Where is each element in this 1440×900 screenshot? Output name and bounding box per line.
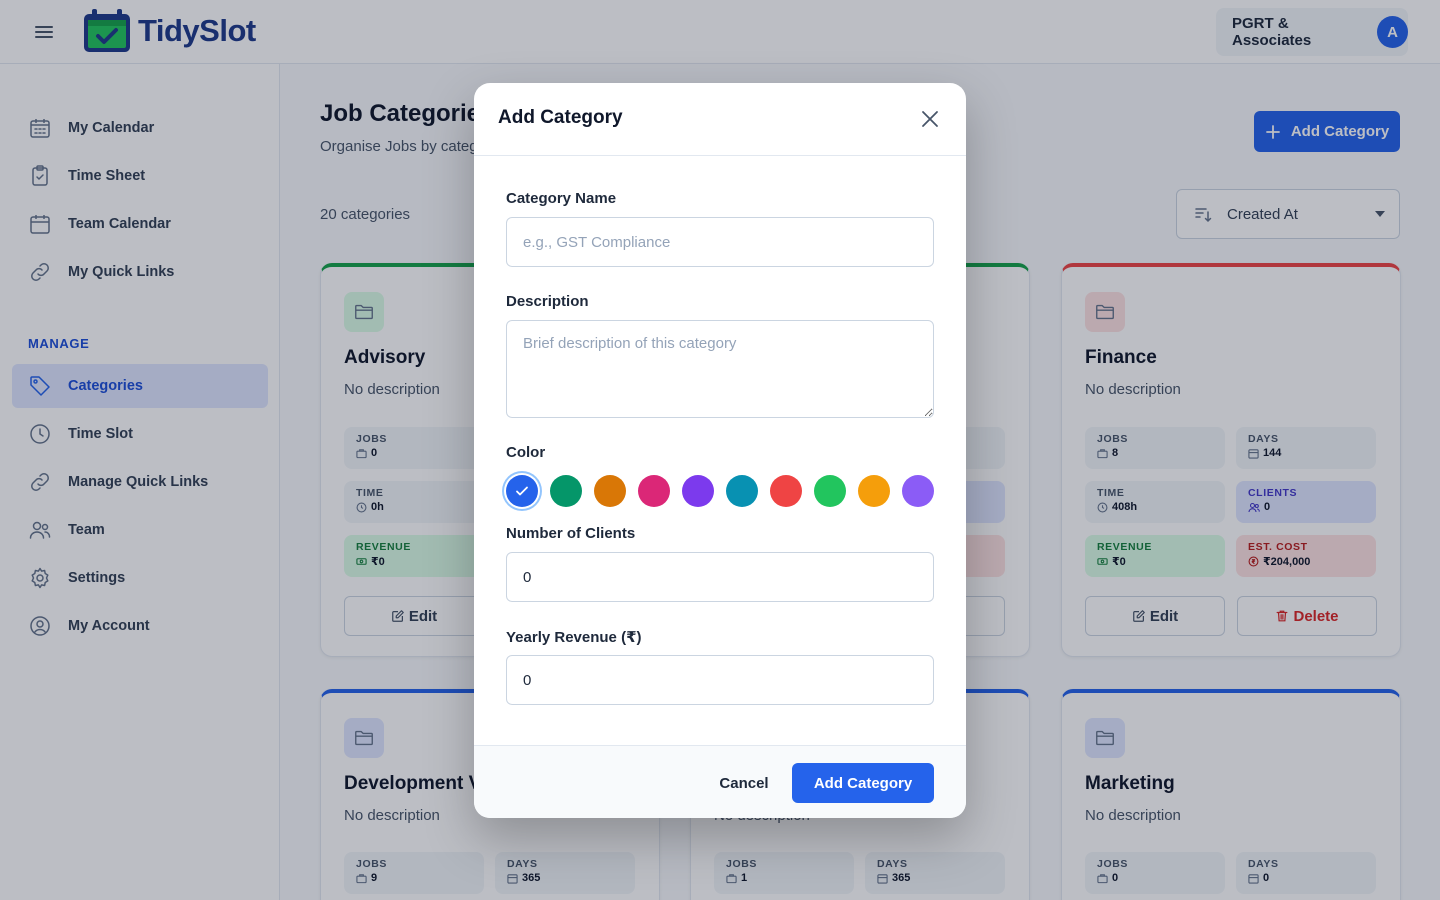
add-category-dialog: Add Category Category Name Description C… (474, 83, 966, 818)
category-name-input[interactable] (506, 217, 934, 267)
close-icon[interactable] (918, 107, 942, 131)
color-label: Color (506, 444, 546, 461)
modal-header: Add Category (474, 83, 966, 156)
modal-title: Add Category (498, 107, 623, 128)
submit-add-category-button[interactable]: Add Category (792, 763, 934, 803)
revenue-label: Yearly Revenue (₹) (506, 629, 642, 646)
color-swatch-purple[interactable] (902, 475, 934, 507)
color-swatch-violet[interactable] (682, 475, 714, 507)
color-swatch-yellow[interactable] (858, 475, 890, 507)
category-name-label: Category Name (506, 190, 617, 207)
clients-label: Number of Clients (506, 525, 636, 542)
color-swatch-red[interactable] (770, 475, 802, 507)
revenue-input[interactable] (506, 655, 934, 705)
color-picker (506, 475, 934, 507)
description-label: Description (506, 293, 589, 310)
modal-footer: Cancel Add Category (474, 745, 966, 818)
color-swatch-cyan[interactable] (726, 475, 758, 507)
check-icon (516, 486, 528, 496)
description-textarea[interactable] (506, 320, 934, 418)
color-swatch-pink[interactable] (638, 475, 670, 507)
color-swatch-blue[interactable] (506, 475, 538, 507)
clients-input[interactable] (506, 552, 934, 602)
color-swatch-emerald[interactable] (550, 475, 582, 507)
color-swatch-amber[interactable] (594, 475, 626, 507)
cancel-button[interactable]: Cancel (704, 763, 784, 803)
color-swatch-green[interactable] (814, 475, 846, 507)
